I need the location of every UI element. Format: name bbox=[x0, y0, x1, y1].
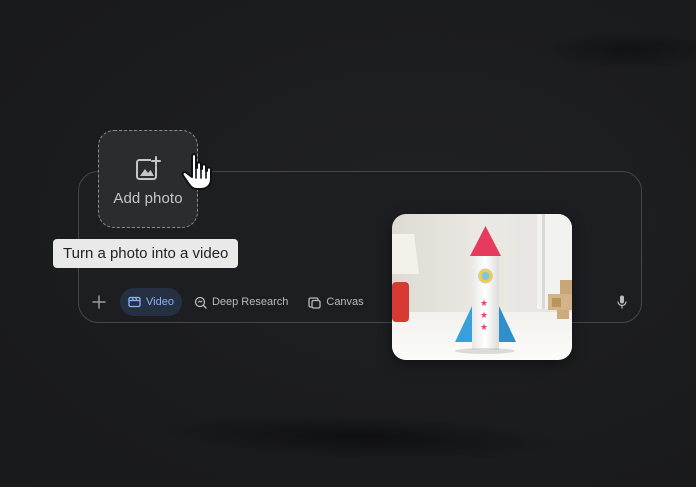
hand-pointer-icon bbox=[181, 153, 212, 190]
svg-text:★: ★ bbox=[480, 299, 488, 309]
background-shadow-bottom bbox=[149, 407, 571, 468]
stage: Add photo Turn a photo into a video Vide… bbox=[0, 0, 696, 487]
canvas-tool-chip[interactable]: Canvas bbox=[300, 288, 371, 316]
svg-text:★: ★ bbox=[480, 323, 488, 333]
plus-button[interactable] bbox=[86, 289, 112, 315]
add-photo-label: Add photo bbox=[113, 189, 183, 207]
plus-icon bbox=[92, 295, 106, 309]
video-tool-chip[interactable]: Video bbox=[120, 288, 182, 316]
canvas-icon bbox=[308, 296, 322, 309]
canvas-tool-label: Canvas bbox=[326, 296, 364, 308]
uploaded-photo-rocket: ★ ★ ★ bbox=[392, 214, 572, 360]
add-photo-icon bbox=[136, 155, 161, 180]
background-shadow-top bbox=[540, 30, 696, 70]
deep-research-icon bbox=[194, 296, 207, 309]
deep-research-tool-chip[interactable]: Deep Research bbox=[186, 288, 296, 316]
video-tool-label: Video bbox=[146, 296, 174, 308]
microphone-icon bbox=[617, 295, 627, 309]
video-icon bbox=[128, 296, 141, 308]
tooltip: Turn a photo into a video bbox=[53, 239, 239, 268]
deep-research-tool-label: Deep Research bbox=[211, 296, 289, 308]
svg-text:★: ★ bbox=[480, 311, 488, 321]
prompt-toolbar: Video Deep Research Canvas bbox=[86, 288, 376, 316]
microphone-button[interactable] bbox=[612, 292, 632, 312]
